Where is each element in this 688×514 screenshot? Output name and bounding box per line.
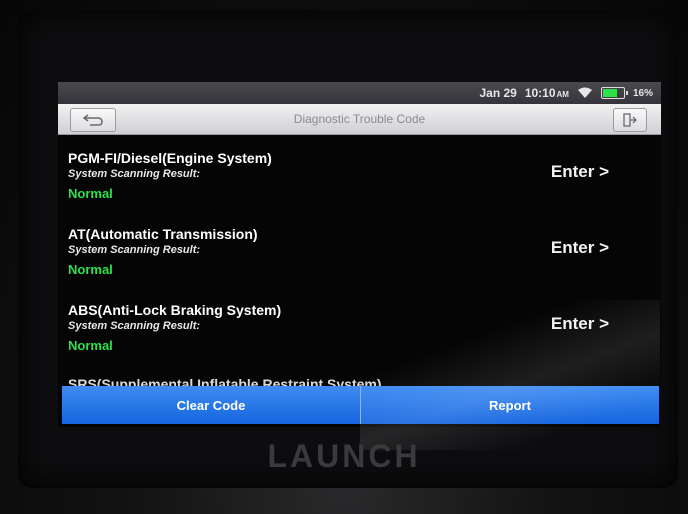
scan-result-label: System Scanning Result: (68, 168, 201, 180)
scan-result-label: System Scanning Result: (68, 320, 201, 332)
enter-button[interactable]: Enter > (551, 238, 609, 258)
device-screen: Jan 29 10:10AM 16% Diagnostic Trouble Co… (58, 82, 661, 427)
brand-logo: LAUNCH (267, 438, 421, 474)
status-date: Jan 29 (479, 86, 517, 100)
exit-icon (623, 113, 637, 127)
scan-status: Normal (68, 262, 113, 277)
report-button[interactable]: Report (360, 386, 659, 424)
list-item: AT(Automatic Transmission) System Scanni… (58, 212, 661, 288)
system-name: ABS(Anti-Lock Braking System) (68, 302, 282, 318)
battery-icon (600, 87, 628, 99)
title-bar: Diagnostic Trouble Code (58, 104, 661, 135)
scan-result-label: System Scanning Result: (68, 244, 201, 256)
battery-percent: 16% (632, 87, 653, 99)
status-bar: Jan 29 10:10AM 16% (58, 82, 661, 104)
system-name: PGM-FI/Diesel(Engine System) (68, 150, 272, 166)
status-time: 10:10AM (524, 86, 569, 100)
system-name: AT(Automatic Transmission) (68, 226, 258, 242)
enter-button[interactable]: Enter > (551, 314, 609, 334)
list-item: PGM-FI/Diesel(Engine System) System Scan… (58, 136, 661, 212)
action-bar: Clear Code Report (62, 386, 659, 424)
wifi-icon (577, 87, 592, 98)
scan-status: Normal (68, 186, 113, 201)
exit-button[interactable] (613, 108, 647, 132)
system-list: PGM-FI/Diesel(Engine System) System Scan… (58, 136, 661, 364)
scan-status: Normal (68, 338, 113, 353)
page-title: Diagnostic Trouble Code (293, 112, 426, 126)
enter-button[interactable]: Enter > (551, 162, 609, 182)
list-item: ABS(Anti-Lock Braking System) System Sca… (58, 288, 661, 364)
clear-code-button[interactable]: Clear Code (62, 386, 360, 424)
